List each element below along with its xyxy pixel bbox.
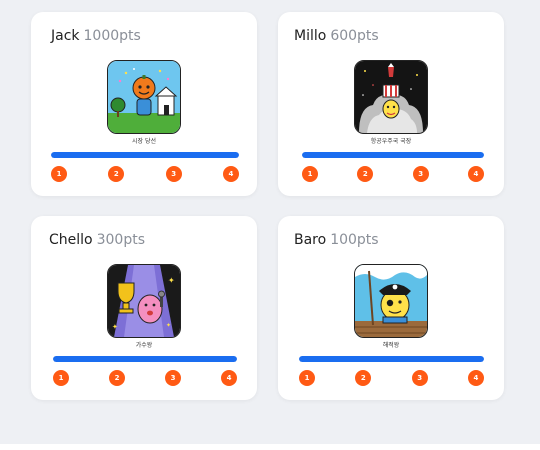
progress-fill bbox=[299, 356, 484, 362]
card-title: Jack 1000pts bbox=[51, 28, 141, 44]
user-card[interactable]: Chello 300pts ✦ ✦ ✦ 가수왕 1 2 3 4 bbox=[31, 216, 257, 400]
progress-bar bbox=[51, 152, 239, 158]
user-points: 300pts bbox=[96, 232, 146, 248]
svg-text:✦: ✦ bbox=[166, 322, 171, 329]
user-name: Millo bbox=[294, 28, 327, 44]
user-name: Chello bbox=[49, 232, 93, 248]
user-card[interactable]: Jack 1000pts 시장 당선 1 2 3 4 bbox=[31, 12, 257, 196]
step-4[interactable]: 4 bbox=[221, 370, 237, 386]
user-card[interactable]: Millo 600pts 항공우주국 국장 1 2 3 4 bbox=[278, 12, 504, 196]
step-2[interactable]: 2 bbox=[355, 370, 372, 386]
step-1[interactable]: 1 bbox=[299, 370, 315, 386]
progress-bar bbox=[299, 356, 484, 362]
progress-bar bbox=[302, 152, 484, 158]
footer-strip bbox=[0, 444, 540, 450]
badge[interactable]: 항공우주국 국장 bbox=[354, 60, 428, 146]
pirate-king-icon bbox=[354, 264, 428, 338]
svg-text:✦: ✦ bbox=[168, 276, 175, 285]
step-4[interactable]: 4 bbox=[467, 166, 484, 182]
user-points: 1000pts bbox=[83, 28, 141, 44]
badge-caption: 시장 당선 bbox=[132, 138, 156, 145]
card-title: Baro 100pts bbox=[294, 232, 379, 248]
step-4[interactable]: 4 bbox=[222, 166, 239, 182]
user-name: Jack bbox=[51, 28, 80, 44]
step-2[interactable]: 2 bbox=[357, 166, 374, 182]
user-name: Baro bbox=[294, 232, 327, 248]
badge-caption: 해적왕 bbox=[382, 342, 400, 349]
progress-fill bbox=[53, 356, 237, 362]
user-points: 100pts bbox=[330, 232, 379, 248]
step-3[interactable]: 3 bbox=[411, 370, 428, 386]
step-indicators: 1 2 3 4 bbox=[51, 166, 239, 182]
badge[interactable]: 시장 당선 bbox=[107, 60, 181, 146]
user-card[interactable]: Baro 100pts 해적왕 1 2 3 4 bbox=[278, 216, 504, 400]
card-title: Chello 300pts bbox=[49, 232, 145, 248]
step-2[interactable]: 2 bbox=[108, 166, 125, 182]
step-1[interactable]: 1 bbox=[53, 370, 69, 386]
step-4[interactable]: 4 bbox=[467, 370, 484, 386]
pumpkin-mayor-icon bbox=[107, 60, 181, 134]
step-indicators: 1 2 3 4 bbox=[302, 166, 484, 182]
step-indicators: 1 2 3 4 bbox=[53, 370, 237, 386]
rocket-launch-icon bbox=[354, 60, 428, 134]
svg-text:✦: ✦ bbox=[112, 323, 118, 331]
card-title: Millo 600pts bbox=[294, 28, 379, 44]
badge-caption: 항공우주국 국장 bbox=[370, 138, 412, 145]
progress-fill bbox=[51, 152, 239, 158]
badge[interactable]: ✦ ✦ ✦ 가수왕 bbox=[107, 264, 181, 350]
step-3[interactable]: 3 bbox=[165, 370, 181, 386]
step-indicators: 1 2 3 4 bbox=[299, 370, 484, 386]
progress-bar bbox=[53, 356, 237, 362]
step-1[interactable]: 1 bbox=[302, 166, 318, 182]
progress-fill bbox=[302, 152, 484, 158]
step-3[interactable]: 3 bbox=[165, 166, 182, 182]
step-2[interactable]: 2 bbox=[109, 370, 125, 386]
step-1[interactable]: 1 bbox=[51, 166, 67, 182]
badge-caption: 가수왕 bbox=[135, 342, 153, 349]
user-points: 600pts bbox=[330, 28, 379, 44]
step-3[interactable]: 3 bbox=[412, 166, 429, 182]
badge[interactable]: 해적왕 bbox=[354, 264, 428, 350]
dashboard: Jack 1000pts 시장 당선 1 2 3 4 Millo 600pts … bbox=[0, 0, 540, 450]
trophy-singer-icon: ✦ ✦ ✦ bbox=[107, 264, 181, 338]
